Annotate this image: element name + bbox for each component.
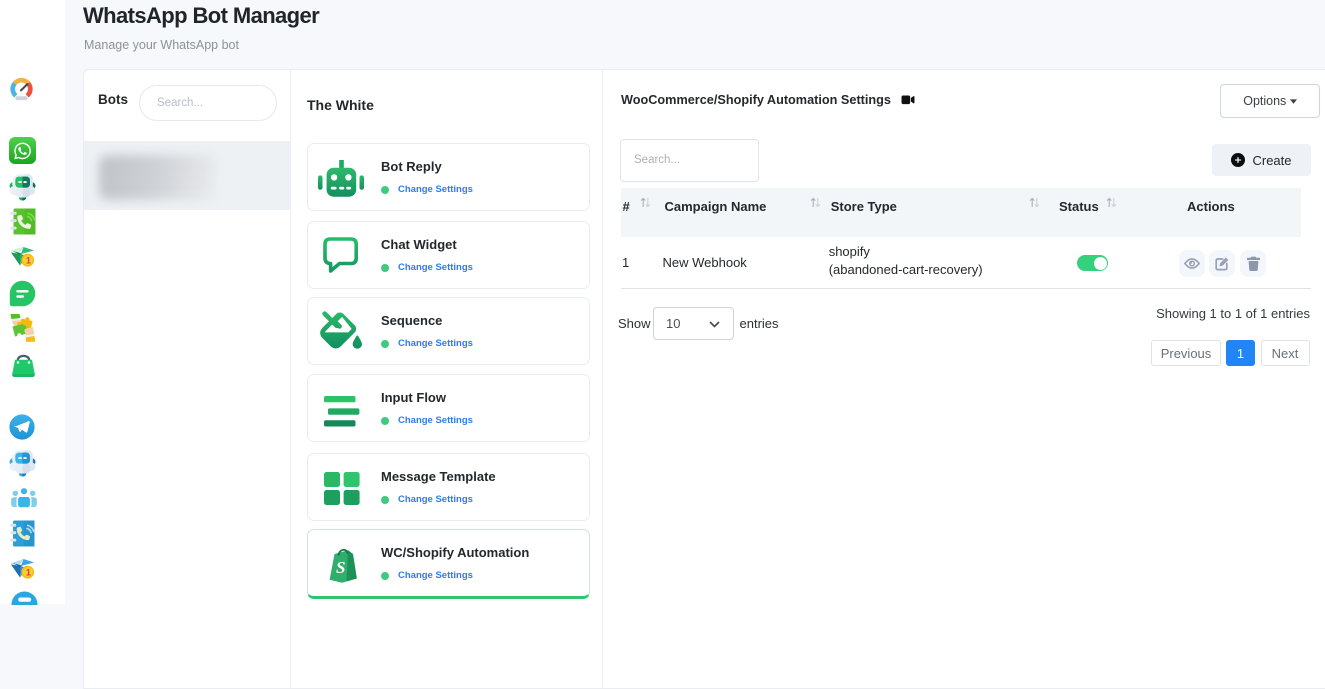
svg-text:S: S bbox=[336, 558, 345, 577]
svg-text:1: 1 bbox=[26, 256, 31, 266]
svg-text:1: 1 bbox=[26, 568, 31, 578]
